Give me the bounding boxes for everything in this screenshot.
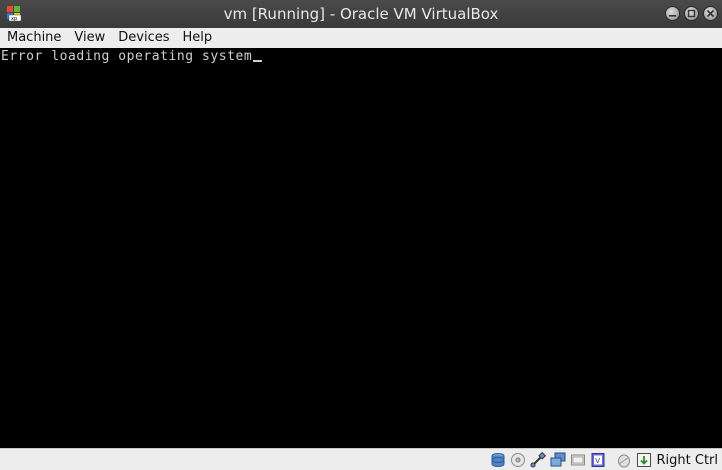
menu-machine[interactable]: Machine	[0, 28, 67, 48]
video-capture-icon[interactable]: V	[590, 452, 606, 468]
window-title: vm [Running] - Oracle VM VirtualBox	[223, 5, 499, 23]
vm-display[interactable]: Error loading operating system	[0, 48, 722, 448]
maximize-button[interactable]	[684, 6, 699, 21]
close-button[interactable]	[703, 6, 718, 21]
menu-help[interactable]: Help	[176, 28, 219, 48]
text-cursor	[253, 60, 263, 62]
menu-view[interactable]: View	[67, 28, 111, 48]
console-text: Error loading operating system	[1, 49, 253, 64]
hard-disk-icon[interactable]	[490, 452, 506, 468]
optical-drive-icon[interactable]	[510, 452, 526, 468]
status-bar: V Right Ctrl	[0, 448, 722, 470]
virtualbox-window: xp vm [Running] - Oracle VM VirtualBox M…	[0, 0, 722, 470]
host-key-label: Right Ctrl	[656, 452, 719, 468]
usb-icon[interactable]	[530, 451, 546, 468]
menu-bar: Machine View Devices Help	[0, 28, 722, 49]
network-icon[interactable]	[550, 452, 566, 468]
mouse-integration-icon[interactable]	[616, 452, 632, 468]
minimize-button[interactable]	[665, 6, 680, 21]
title-bar[interactable]: xp vm [Running] - Oracle VM VirtualBox	[0, 0, 722, 28]
host-key-icon[interactable]	[636, 452, 652, 468]
shared-folders-icon[interactable]	[570, 452, 586, 468]
svg-text:V: V	[595, 457, 600, 465]
menu-devices[interactable]: Devices	[111, 28, 175, 48]
console-output: Error loading operating system	[1, 49, 263, 64]
